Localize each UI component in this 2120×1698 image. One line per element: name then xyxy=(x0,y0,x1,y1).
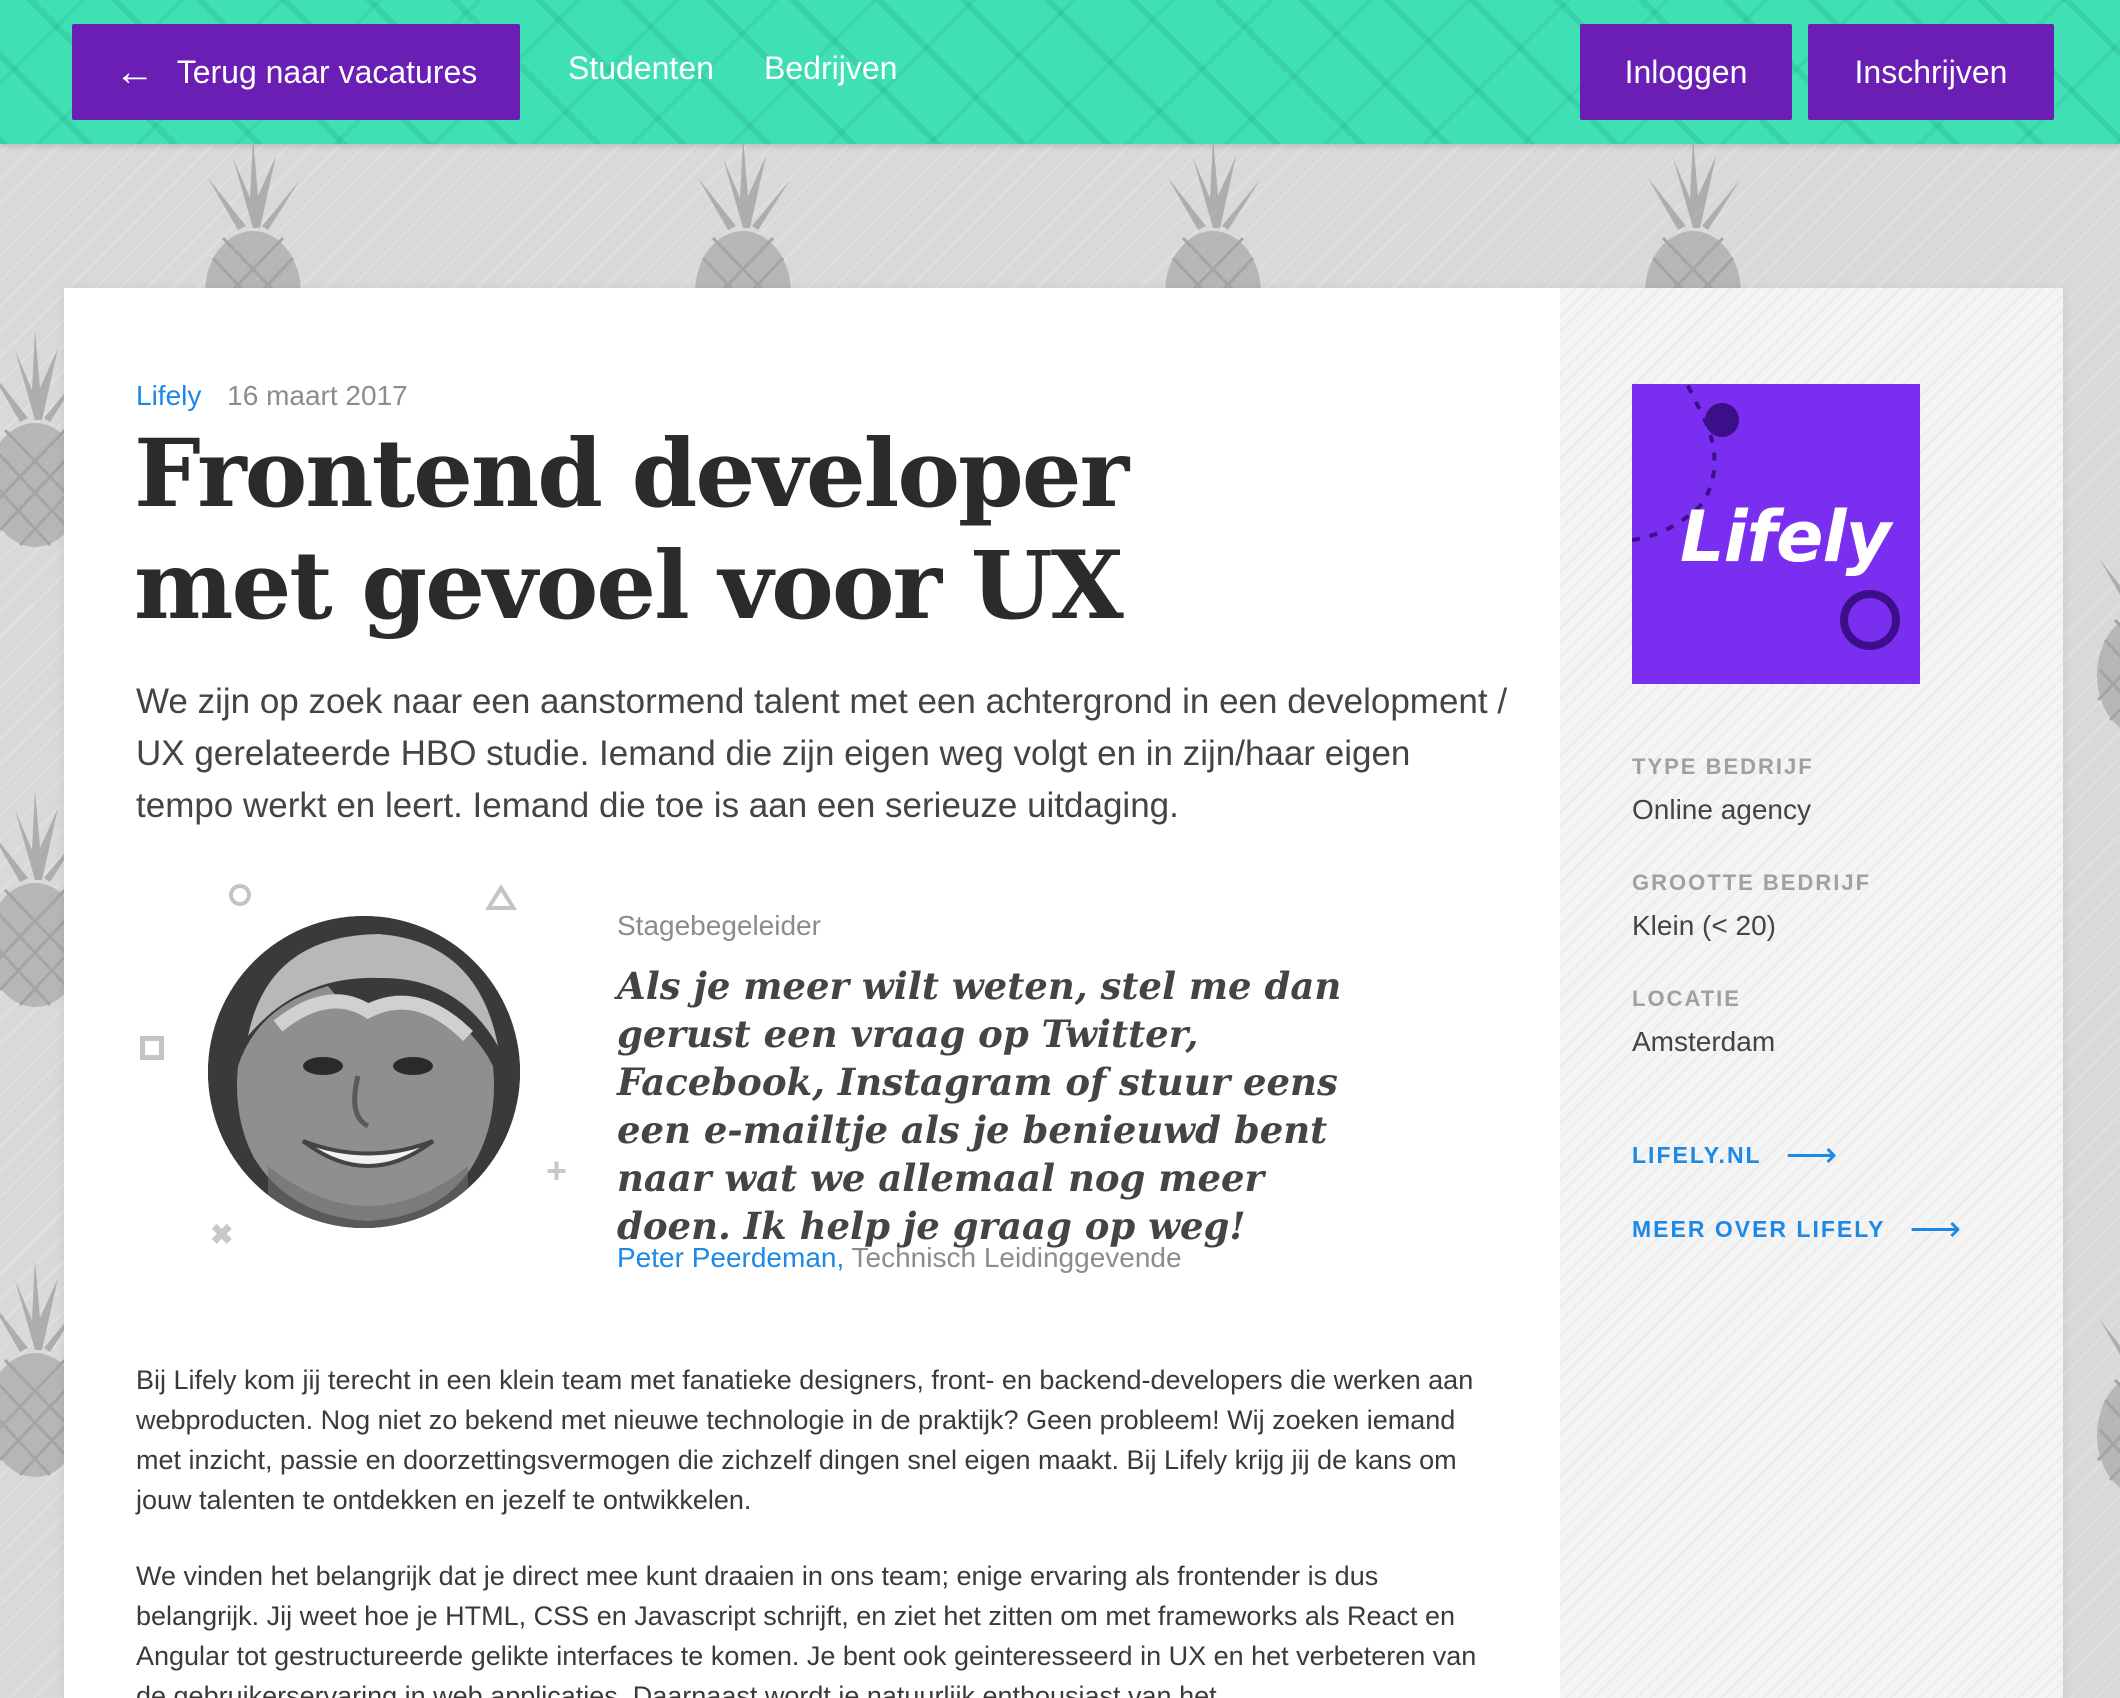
quote-label: Stagebegeleider xyxy=(617,910,821,941)
circle-decoration-icon xyxy=(229,884,251,906)
website-link-label: LIFELY.NL xyxy=(1632,1141,1762,1168)
page-title: Frontend developer met gevoel voor UX xyxy=(134,419,1129,641)
mentor-quote: Als je meer wilt weten, stel me dan geru… xyxy=(617,964,1342,1248)
mentor-avatar xyxy=(208,916,520,1228)
back-button-label: Terug naar vacatures xyxy=(176,53,478,90)
top-navigation-bar: ← Terug naar vacatures Studenten Bedrijv… xyxy=(0,0,2120,144)
arrow-right-icon: ⟶ xyxy=(1785,1134,1838,1175)
publish-date: 16 maart 2017 xyxy=(227,380,408,411)
arrow-right-icon: ⟶ xyxy=(1909,1208,1962,1249)
nav-link-students[interactable]: Studenten xyxy=(568,50,714,87)
body-paragraph: Bij Lifely kom jij terecht in een klein … xyxy=(136,1365,1474,1515)
company-logo[interactable]: Lifely xyxy=(1632,384,1920,684)
pineapple-icon xyxy=(2070,1280,2120,1500)
location-value: Amsterdam xyxy=(1632,1026,1776,1057)
company-website-link[interactable]: LIFELY.NL ⟶ xyxy=(1632,1134,1837,1176)
square-decoration-icon xyxy=(140,1036,164,1060)
author-name-link[interactable]: Peter Peerdeman, xyxy=(617,1242,844,1273)
company-size-label: GROOTTE BEDRIJF xyxy=(1632,870,1872,895)
company-type-value: Online agency xyxy=(1632,794,1812,825)
nav-link-companies[interactable]: Bedrijven xyxy=(764,50,897,87)
company-size-value: Klein (< 20) xyxy=(1632,910,1776,941)
company-link[interactable]: Lifely xyxy=(136,380,201,411)
login-button[interactable]: Inloggen xyxy=(1580,24,1792,120)
company-type-label: TYPE BEDRIJF xyxy=(1632,754,1814,779)
article-meta: Lifely 16 maart 2017 xyxy=(136,380,408,412)
author-role: Technisch Leidinggevende xyxy=(851,1242,1182,1273)
location-label: LOCATIE xyxy=(1632,986,1741,1011)
quote-author: Peter Peerdeman, Technisch Leidinggevend… xyxy=(617,1242,1182,1274)
logo-wordmark: Lifely xyxy=(1680,496,1891,578)
signup-button[interactable]: Inschrijven xyxy=(1808,24,2054,120)
more-about-company-link[interactable]: MEER OVER LIFELY ⟶ xyxy=(1632,1208,1961,1250)
arrow-left-icon: ← xyxy=(114,50,155,94)
cross-decoration-icon: ✖ xyxy=(210,1219,234,1250)
triangle-decoration-icon xyxy=(485,884,517,910)
vacancy-intro: We zijn op zoek naar een aanstormend tal… xyxy=(136,682,1508,825)
back-to-vacancies-button[interactable]: ← Terug naar vacatures xyxy=(72,24,520,120)
plus-decoration-icon: + xyxy=(546,1150,568,1191)
body-paragraph: We vinden het belangrijk dat je direct m… xyxy=(136,1561,1477,1698)
more-link-label: MEER OVER LIFELY xyxy=(1632,1215,1886,1242)
pineapple-icon xyxy=(2070,520,2120,740)
